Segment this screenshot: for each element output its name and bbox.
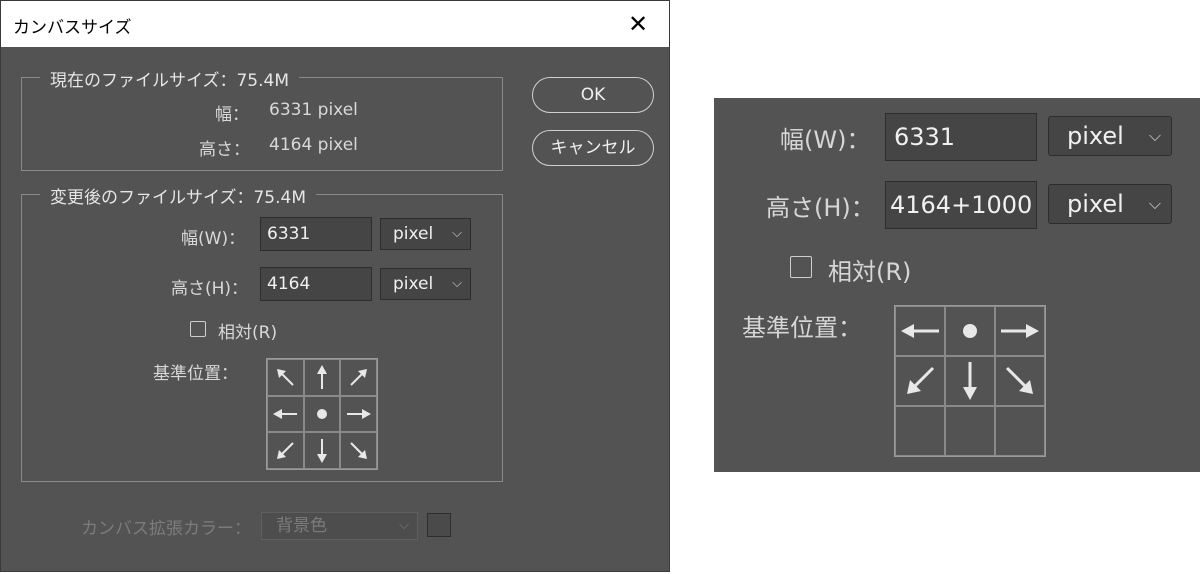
zoom-anchor-bottom-right[interactable] <box>995 406 1045 456</box>
zoom-height-label: 高さ(H)： <box>766 194 875 222</box>
arrow-up-icon <box>311 364 333 390</box>
canvas-size-dialog: カンバスサイズ ✕ 現在のファイルサイズ：75.4M 幅： 6331 pixel… <box>0 0 670 572</box>
anchor-bottom[interactable] <box>303 432 341 469</box>
zoom-width-unit-select[interactable]: pixel ⌵ <box>1048 116 1172 156</box>
title-bar: カンバスサイズ ✕ <box>1 1 669 47</box>
current-width-label: 幅： <box>215 105 249 125</box>
zoom-height-input[interactable]: 4164+1000 <box>885 181 1037 229</box>
zoom-anchor-center[interactable] <box>945 356 995 406</box>
current-height-label: 高さ： <box>199 140 250 160</box>
chevron-down-icon: ⌵ <box>452 226 462 241</box>
chevron-down-icon: ⌵ <box>1148 194 1161 213</box>
current-height-value: 4164 pixel <box>269 135 358 155</box>
zoom-anchor-top-left[interactable] <box>895 306 945 356</box>
extension-color-select[interactable]: 背景色 ⌵ <box>261 512 418 540</box>
current-width-value: 6331 pixel <box>269 100 358 120</box>
zoom-anchor-left[interactable] <box>895 356 945 406</box>
height-input[interactable]: 4164 <box>260 267 372 301</box>
arrow-down-right-icon <box>1004 365 1036 397</box>
close-icon[interactable]: ✕ <box>623 9 653 39</box>
anchor-right[interactable] <box>340 395 377 433</box>
extension-color-swatch[interactable] <box>427 513 451 537</box>
zoom-height-unit-select[interactable]: pixel ⌵ <box>1048 184 1172 224</box>
height-unit-value: pixel <box>393 274 434 294</box>
width-label: 幅(W)： <box>181 229 246 249</box>
cancel-button[interactable]: キャンセル <box>532 130 654 166</box>
arrow-up-right-icon <box>348 366 370 388</box>
relative-label: 相対(R) <box>218 323 278 343</box>
arrow-up-left-icon <box>274 366 296 388</box>
anchor-bottom-left[interactable] <box>267 432 304 469</box>
arrow-right-icon <box>346 403 372 425</box>
zoom-anchor-grid <box>894 305 1046 457</box>
anchor-label: 基準位置： <box>153 364 238 384</box>
zoom-width-unit-value: pixel <box>1067 122 1124 150</box>
current-size-legend: 現在のファイルサイズ：75.4M <box>40 66 300 91</box>
width-unit-value: pixel <box>393 224 434 244</box>
chevron-down-icon: ⌵ <box>399 518 409 533</box>
arrow-left-icon <box>900 321 940 341</box>
width-unit-select[interactable]: pixel ⌵ <box>380 218 471 250</box>
anchor-top-left[interactable] <box>267 359 304 396</box>
zoom-relative-checkbox[interactable] <box>790 256 812 278</box>
dot-icon <box>316 408 328 420</box>
zoom-anchor-bottom[interactable] <box>945 406 995 456</box>
anchor-top-right[interactable] <box>340 359 377 396</box>
arrow-down-right-icon <box>348 440 370 462</box>
anchor-left[interactable] <box>267 395 304 433</box>
zoom-height-unit-value: pixel <box>1067 190 1124 218</box>
anchor-center[interactable] <box>303 395 341 433</box>
width-input[interactable]: 6331 <box>260 217 372 251</box>
zoom-anchor-right[interactable] <box>995 356 1045 406</box>
zoomed-detail-panel: 幅(W)： 6331 pixel ⌵ 高さ(H)： 4164+1000 pixe… <box>714 98 1200 472</box>
zoom-anchor-top-right[interactable] <box>995 306 1045 356</box>
zoom-anchor-bottom-left[interactable] <box>895 406 945 456</box>
zoom-width-input[interactable]: 6331 <box>885 113 1037 161</box>
zoom-relative-label: 相対(R) <box>828 258 912 286</box>
extension-color-value: 背景色 <box>276 516 327 536</box>
anchor-bottom-right[interactable] <box>340 432 377 469</box>
chevron-down-icon: ⌵ <box>1148 126 1161 145</box>
relative-checkbox[interactable] <box>190 321 206 337</box>
anchor-top[interactable] <box>303 359 341 396</box>
arrow-down-left-icon <box>904 365 936 397</box>
arrow-down-left-icon <box>274 440 296 462</box>
zoom-anchor-top[interactable] <box>945 306 995 356</box>
dialog-title: カンバスサイズ <box>13 18 132 38</box>
arrow-right-icon <box>1000 321 1040 341</box>
height-unit-select[interactable]: pixel ⌵ <box>380 268 471 300</box>
zoom-width-label: 幅(W)： <box>780 126 871 154</box>
height-label: 高さ(H)： <box>171 279 249 299</box>
arrow-down-icon <box>960 361 980 401</box>
new-size-legend: 変更後のファイルサイズ：75.4M <box>40 183 317 208</box>
dot-icon <box>962 323 978 339</box>
arrow-down-icon <box>311 438 333 464</box>
ok-button[interactable]: OK <box>532 77 654 113</box>
anchor-grid <box>266 358 378 470</box>
extension-color-label: カンバス拡張カラー： <box>81 519 251 539</box>
chevron-down-icon: ⌵ <box>452 276 462 291</box>
zoom-anchor-label: 基準位置： <box>742 314 862 342</box>
arrow-left-icon <box>272 403 298 425</box>
current-size-group: 現在のファイルサイズ：75.4M <box>21 66 503 171</box>
